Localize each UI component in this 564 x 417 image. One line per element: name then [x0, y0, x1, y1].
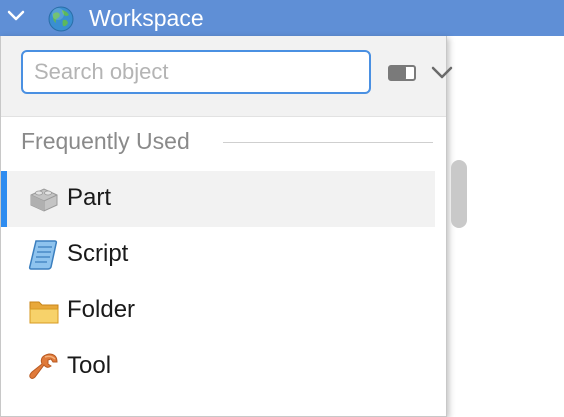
- explorer-panel-edge: [557, 36, 564, 406]
- globe-icon: [48, 6, 74, 32]
- list-item-label: Folder: [67, 296, 136, 323]
- folder-icon: [29, 301, 59, 324]
- list-item-part[interactable]: Part: [1, 171, 435, 227]
- list-item-tool[interactable]: Tool: [1, 339, 435, 395]
- insert-object-popup: Frequently Used Part Script Folder: [0, 36, 467, 417]
- scrollbar-thumb[interactable]: [451, 160, 467, 228]
- list-item-label: Tool: [67, 352, 112, 379]
- chevron-down-icon[interactable]: [6, 6, 26, 26]
- section-title: Frequently Used: [21, 128, 190, 154]
- search-input[interactable]: [21, 50, 371, 94]
- popup-header: [1, 36, 453, 117]
- list-item-folder[interactable]: Folder: [1, 283, 435, 339]
- wrench-icon: [29, 353, 58, 379]
- list-item-label: Part: [67, 184, 112, 211]
- part-brick-icon: [30, 188, 58, 212]
- section-divider: [223, 142, 433, 143]
- list-item-script[interactable]: Script: [1, 227, 435, 283]
- script-scroll-icon: [28, 240, 58, 270]
- workspace-row[interactable]: Workspace: [0, 0, 564, 36]
- workspace-title: Workspace: [89, 5, 204, 31]
- filter-toggle-icon[interactable]: [387, 62, 417, 84]
- list-item-label: Script: [67, 240, 129, 267]
- selection-indicator: [1, 171, 7, 227]
- chevron-down-icon[interactable]: [427, 62, 457, 84]
